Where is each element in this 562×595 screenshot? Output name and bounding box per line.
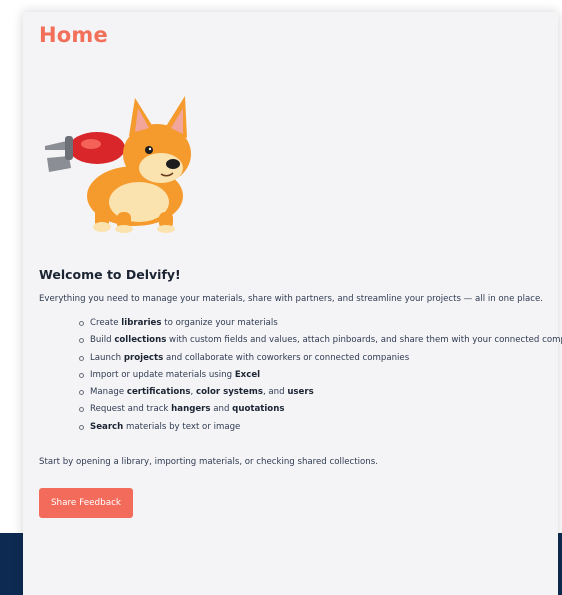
list-item: Import or update materials using Excel: [79, 369, 562, 386]
list-item: Request and track hangers and quotations: [79, 403, 562, 420]
list-item: Launch projects and collaborate with cow…: [79, 352, 562, 369]
list-item: Build collections with custom fields and…: [79, 334, 562, 351]
outro-text: Start by opening a library, importing ma…: [39, 457, 378, 467]
corgi-rocket-mascot-image: [45, 96, 191, 233]
home-card: Home Welcome to Delvify! Everything you …: [23, 12, 562, 595]
list-item: Manage certifications, color systems, an…: [79, 386, 562, 403]
list-item: Create libraries to organize your materi…: [79, 317, 562, 334]
page-title: Home: [39, 23, 108, 47]
list-item: Search materials by text or image: [79, 421, 562, 438]
welcome-heading: Welcome to Delvify!: [39, 267, 181, 282]
feature-list: Create libraries to organize your materi…: [79, 317, 562, 438]
intro-text: Everything you need to manage your mater…: [39, 294, 543, 304]
share-feedback-button[interactable]: Share Feedback: [39, 488, 133, 518]
